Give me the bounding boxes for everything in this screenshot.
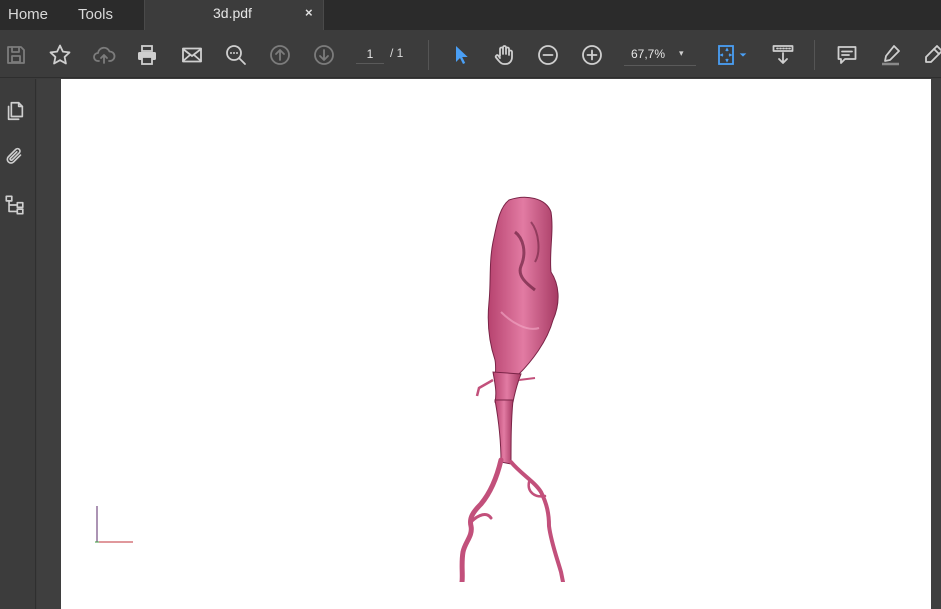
tab-document[interactable]: 3d.pdf × [144, 0, 324, 31]
navigation-pane [0, 79, 36, 609]
toolbar-divider [814, 40, 815, 70]
save-icon[interactable] [3, 42, 29, 68]
page-number-input[interactable] [356, 44, 384, 64]
pdf-page[interactable] [61, 79, 931, 609]
3d-axes-indicator [95, 506, 133, 543]
email-icon[interactable] [179, 42, 205, 68]
main-toolbar: / 1 67,7% ▾ [0, 30, 941, 78]
tab-tools-label: Tools [78, 5, 114, 23]
close-tab-button[interactable]: × [305, 5, 313, 20]
zoom-out-icon[interactable] [535, 42, 561, 68]
bookmark-star-icon[interactable] [47, 42, 73, 68]
zoom-search-icon[interactable] [223, 42, 249, 68]
select-cursor-icon[interactable] [447, 42, 473, 68]
document-viewport[interactable] [37, 79, 941, 609]
print-icon[interactable] [134, 42, 160, 68]
fit-page-chevron-icon[interactable] [736, 42, 750, 68]
zoom-in-icon[interactable] [579, 42, 605, 68]
attachments-icon[interactable] [2, 143, 28, 169]
zoom-level-dropdown[interactable]: 67,7% ▾ [624, 42, 696, 66]
highlight-pen-icon[interactable] [878, 42, 904, 68]
3d-model-render[interactable] [431, 192, 581, 582]
pdf-viewer-window: Home Tools 3d.pdf × 1 / 1 67,7% ▾ [0, 0, 941, 609]
toolbar-divider [428, 40, 429, 70]
zoom-level-value: 67,7% [631, 46, 666, 61]
tab-document-label: 3d.pdf [213, 5, 252, 21]
page-down-icon[interactable] [311, 42, 337, 68]
page-thumbnails-icon[interactable] [2, 98, 28, 124]
hand-pan-icon[interactable] [491, 42, 517, 68]
sign-icon[interactable] [920, 42, 941, 68]
cloud-upload-icon[interactable] [91, 42, 117, 68]
chevron-down-icon: ▾ [679, 48, 684, 58]
scroll-mode-icon[interactable] [770, 42, 796, 68]
comment-icon[interactable] [834, 42, 860, 68]
page-total-label: / 1 [390, 46, 404, 60]
layers-icon[interactable] [2, 192, 28, 218]
page-up-icon[interactable] [267, 42, 293, 68]
tab-home[interactable]: Home [0, 0, 70, 28]
tab-home-label: Home [8, 5, 49, 23]
tab-tools[interactable]: Tools [70, 0, 144, 28]
tab-bar: Home Tools 3d.pdf × [0, 0, 941, 31]
